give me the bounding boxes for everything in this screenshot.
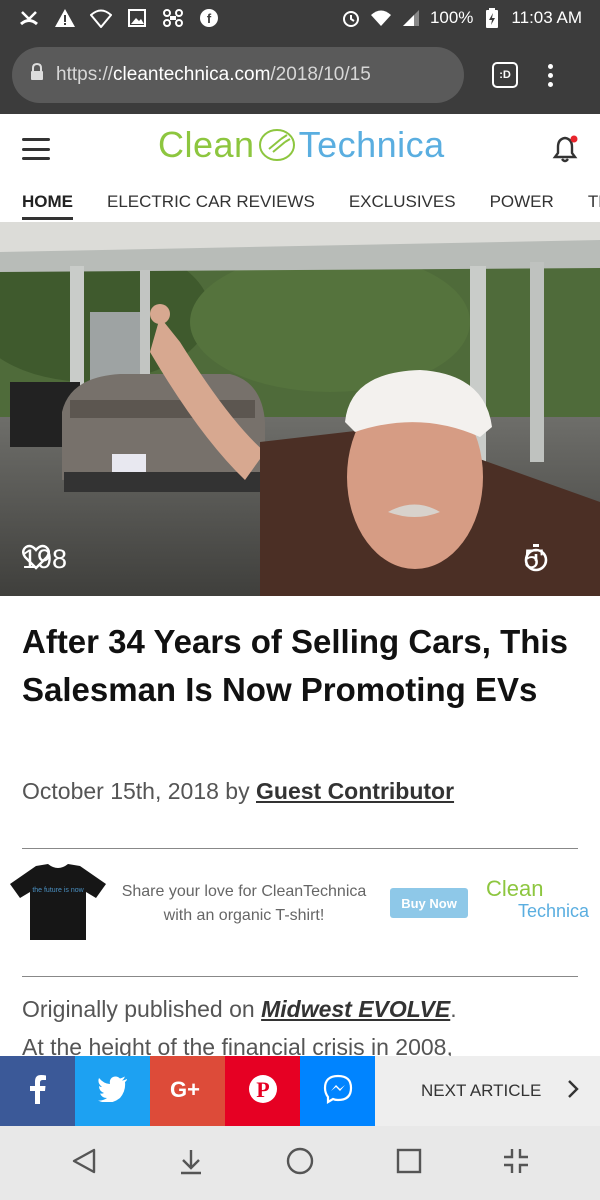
facebook-notification-icon: f [198,7,220,29]
article-title: After 34 Years of Selling Cars, This Sal… [22,623,568,708]
alarm-icon [340,7,362,29]
buy-now-button[interactable]: Buy Now [390,888,468,918]
tab-switcher-button[interactable]: :D [492,62,518,88]
intro-suffix: . [450,996,457,1022]
ad-logo-technica: Technica [518,901,590,921]
image-icon [126,7,148,29]
twitter-share-button[interactable] [75,1056,150,1126]
nav-item-electric-car-reviews[interactable]: ELECTRIC CAR REVIEWS [107,186,315,220]
ad-line-1: Share your love for CleanTechnica [121,883,367,900]
lock-icon [30,62,44,87]
category-nav: HOME ELECTRIC CAR REVIEWS EXCLUSIVES POW… [0,186,600,222]
twitter-icon [97,1076,128,1107]
facebook-share-button[interactable] [0,1056,75,1126]
exit-fullscreen-icon[interactable] [502,1147,530,1180]
google-plus-share-button[interactable]: G+ [150,1056,225,1126]
hamburger-menu-icon[interactable] [22,138,50,160]
drone-icon [162,7,184,29]
logo-text-technica: Technica [298,124,445,165]
browser-toolbar: https://cleantechnica.com/2018/10/15 :D [0,36,600,114]
divider [22,848,578,849]
url-path: /2018/10/15 [270,64,371,85]
next-article-button[interactable]: NEXT ARTICLE [375,1056,600,1126]
site-header: Clean Technica [0,114,600,186]
chevron-right-icon [567,1079,580,1104]
wifi-question-icon [90,7,112,29]
article-intro: Originally published on Midwest EVOLVE. [22,996,457,1023]
nav-item-exclusives[interactable]: EXCLUSIVES [349,186,456,220]
ad-logo: Clean Technica [486,878,589,922]
nav-item-power[interactable]: POWER [490,186,554,220]
svg-text:G+: G+ [170,1077,200,1101]
system-navigation-bar [0,1126,600,1200]
download-icon[interactable] [177,1147,205,1180]
url-bar[interactable]: https://cleantechnica.com/2018/10/15 [12,47,464,103]
menu-icon[interactable] [548,63,553,87]
divider [22,976,578,977]
intro-prefix: Originally published on [22,996,262,1022]
battery-percent: 100% [429,8,474,27]
ad-line-2: with an organic T-shirt! [163,907,325,924]
svg-text:P: P [256,1077,269,1102]
recents-icon[interactable] [395,1147,423,1180]
ad-logo-clean: Clean [486,876,544,901]
url-host: cleantechnica.com [113,64,271,85]
plug-logo-icon [257,125,297,165]
tshirt-image: the future is now [6,862,110,945]
article-date: October 15th, 2018 by [22,778,256,804]
back-icon[interactable] [70,1147,98,1180]
article-body: At the height of the financial crisis in… [22,1034,453,1056]
nav-item-truncated[interactable]: TR [588,186,600,220]
clock: 11:03 AM [511,8,582,27]
notification-bell-icon[interactable] [550,134,580,164]
site-logo[interactable]: Clean Technica [158,124,445,166]
svg-text:the future is now: the future is now [32,887,84,894]
url-scheme: https:// [56,64,114,85]
hero-image[interactable]: 198 5' [0,222,600,596]
logo-text-clean: Clean [158,124,255,165]
status-bar: f 100% 11:03 AM [0,0,600,36]
messenger-icon [323,1074,353,1109]
svg-text:f: f [207,11,212,26]
nav-item-home[interactable]: HOME [22,186,73,220]
wifi-icon [370,7,392,29]
source-link[interactable]: Midwest EVOLVE [261,996,450,1022]
messenger-share-button[interactable] [300,1056,375,1126]
signal-icon [400,7,422,29]
battery-charging-icon [481,7,503,29]
share-bar: G+ P NEXT ARTICLE [0,1056,600,1126]
ad-text: Share your love for CleanTechnica with a… [118,880,370,928]
author-link[interactable]: Guest Contributor [256,778,454,804]
facebook-icon [29,1074,46,1109]
read-time: 5' [524,544,552,575]
pinterest-share-button[interactable]: P [225,1056,300,1126]
home-icon[interactable] [285,1146,315,1181]
next-article-label: NEXT ARTICLE [421,1081,542,1100]
warning-icon [54,7,76,29]
google-plus-icon: G+ [170,1077,206,1106]
pinterest-icon: P [248,1074,278,1109]
likes-counter[interactable]: 198 [22,544,75,575]
byline: October 15th, 2018 by Guest Contributor [22,778,454,805]
missed-call-icon [18,7,40,29]
